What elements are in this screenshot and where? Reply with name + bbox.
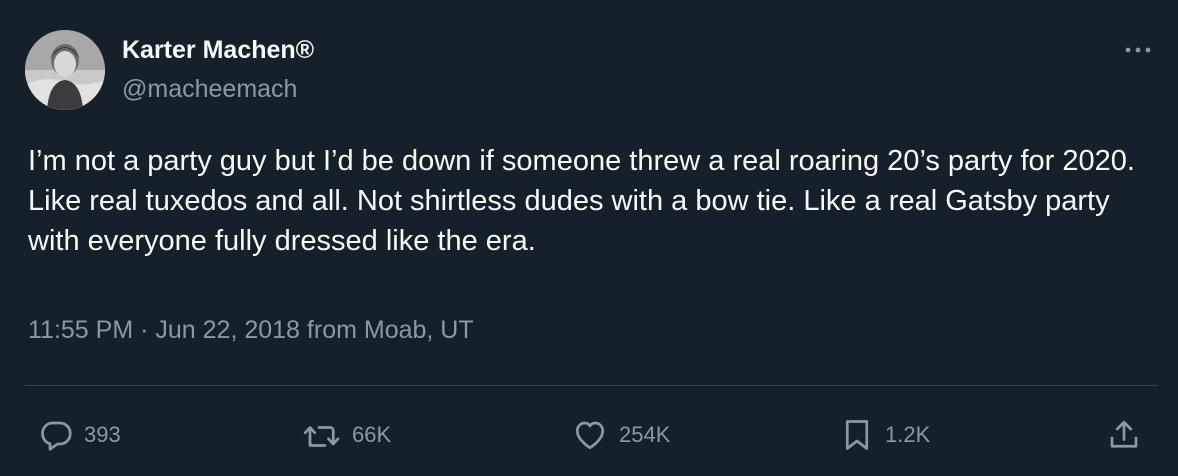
action-bar: 393 66K 254K 1.2K <box>0 410 1178 460</box>
retweet-button[interactable]: 66K <box>302 410 391 460</box>
author-display-name[interactable]: Karter Machen® <box>122 36 314 65</box>
share-button[interactable] <box>1106 410 1142 460</box>
reply-icon <box>38 417 74 453</box>
bookmark-icon <box>839 416 875 454</box>
bookmark-button[interactable]: 1.2K <box>839 410 930 460</box>
reply-button[interactable]: 393 <box>38 410 121 460</box>
reply-count: 393 <box>84 422 121 447</box>
retweet-icon <box>302 417 342 453</box>
divider <box>25 385 1158 386</box>
like-button[interactable]: 254K <box>571 410 670 460</box>
tweet-date[interactable]: Jun 22, 2018 <box>155 316 300 344</box>
tweet-time[interactable]: 11:55 PM <box>28 316 133 344</box>
retweet-count: 66K <box>352 422 392 447</box>
share-icon <box>1106 417 1142 453</box>
heart-icon <box>571 417 609 453</box>
tweet-card: Karter Machen® @macheemach I’m not a par… <box>0 0 1178 476</box>
more-dots-icon[interactable] <box>1118 38 1158 62</box>
meta-separator: · <box>140 316 149 344</box>
tweet-meta: 11:55 PM · Jun 22, 2018 from Moab, UT <box>28 316 474 345</box>
author-handle[interactable]: @macheemach <box>122 75 297 104</box>
like-count: 254K <box>619 422 671 447</box>
tweet-text: I’m not a party guy but I’d be down if s… <box>28 145 1135 257</box>
bookmark-count: 1.2K <box>885 422 931 447</box>
tweet-location: from Moab, UT <box>306 316 474 344</box>
avatar[interactable] <box>25 30 105 110</box>
